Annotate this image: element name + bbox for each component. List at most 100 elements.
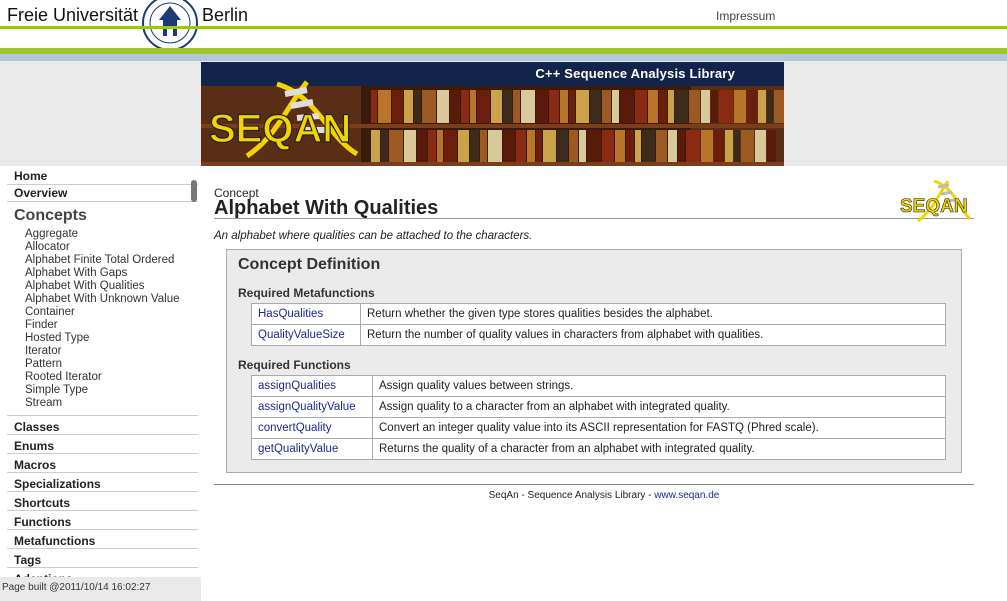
table-row: convertQuality Convert an integer quality… [251,417,946,439]
book-spine [536,130,542,163]
book-spine [635,130,641,163]
nav-section-shortcuts[interactable]: Shortcuts [7,491,198,510]
book-spine [389,130,403,163]
book-spine [371,130,380,163]
book-spine [767,90,773,123]
nav-section-metafunctions[interactable]: Metafunctions [7,529,198,548]
definition-heading: Concept Definition [238,256,381,273]
book-spine [587,130,601,163]
nav-concepts-heading[interactable]: Concepts [14,207,87,225]
book-spine [516,130,526,163]
footer-link[interactable]: www.seqan.de [654,490,719,501]
main-content: Concept Alphabet With Qualities SEQAN An… [201,166,1007,601]
concept-definition-box: Concept Definition Required Metafunction… [226,249,962,473]
book-spine [404,130,416,163]
book-spine [675,90,688,123]
book-spine [437,130,443,163]
concept-description: An alphabet where qualities can be attac… [214,230,533,242]
nav-section-enums[interactable]: Enums [7,434,198,453]
impressum-link[interactable]: Impressum [716,9,775,23]
book-spine [521,90,535,123]
book-spine [470,130,479,163]
nav-concept-item[interactable]: Container [25,306,75,318]
book-spine [602,90,611,123]
book-spine [371,90,377,123]
book-spine [461,90,469,123]
navigation-sidebar: Home Overview Concepts Aggregate Allocato… [0,166,201,577]
book-spine [569,90,575,123]
nav-section-specializations[interactable]: Specializations [7,472,198,491]
book-spine [503,90,512,123]
nav-concept-item[interactable]: Alphabet Finite Total Ordered [25,254,174,266]
definition-link[interactable]: QualityValueSize [251,324,361,346]
definition-description: Assign quality values between strings. [372,375,946,397]
book-spine [569,130,578,163]
footer-text: SeqAn - Sequence Analysis Library - [488,490,655,501]
definition-link[interactable]: getQualityValue [251,438,373,460]
book-spine [734,90,746,123]
nav-section-tags[interactable]: Tags [7,548,198,567]
svg-text:SEQAN: SEQAN [209,107,351,151]
book-spine [560,90,568,123]
university-name-right: Berlin [202,5,249,25]
book-spine [590,90,601,123]
university-name-left: Freie Universität [7,5,139,25]
nav-concept-item[interactable]: Stream [25,397,62,409]
nav-concept-item[interactable]: Finder [25,319,58,331]
book-spine [701,130,713,163]
book-spine [543,130,556,163]
definition-link[interactable]: HasQualities [251,303,361,325]
definition-description: Return whether the given type stores qua… [360,303,946,325]
definition-description: Returns the quality of a character from … [372,438,946,460]
nav-section-functions[interactable]: Functions [7,510,198,529]
nav-section-classes[interactable]: Classes [7,415,198,434]
metafunctions-table: HasQualities Return whether the given typ… [251,303,946,346]
nav-concept-item[interactable]: Alphabet With Gaps [25,267,127,279]
nav-section-adaptions[interactable]: Adaptions [7,567,198,577]
book-spine [701,90,710,123]
header-blue-bar [0,54,1007,61]
definition-description: Convert an integer quality value into it… [372,417,946,439]
nav-concept-item[interactable]: Aggregate [25,228,78,240]
book-spine [668,130,677,163]
book-spine [458,130,469,163]
footer-divider [214,484,974,485]
book-spine [437,90,449,123]
book-spine [480,130,487,163]
book-spine [635,90,647,123]
nav-concept-item[interactable]: Pattern [25,358,62,370]
nav-concept-item[interactable]: Alphabet With Qualities [25,280,145,292]
nav-overview[interactable]: Overview [7,186,201,200]
book-spine [648,90,658,123]
book-spine [503,130,515,163]
seqan-logo-icon: SEQAN [208,80,359,159]
sidebar-scrollbar[interactable] [191,180,197,202]
nav-concept-item[interactable]: Hosted Type [25,332,89,344]
nav-concept-item[interactable]: Iterator [25,345,61,357]
definition-description: Assign quality to a character from an al… [372,396,946,418]
book-spine [491,90,502,123]
book-spine [747,90,757,123]
book-spine [734,130,740,163]
nav-home[interactable]: Home [7,169,201,183]
nav-concept-item[interactable]: Alphabet With Unknown Value [25,293,180,305]
book-spine [477,90,490,123]
definition-link[interactable]: convertQuality [251,417,373,439]
book-spine [668,90,674,123]
nav-concept-item[interactable]: Rooted Iterator [25,371,102,383]
nav-divider [7,201,198,202]
functions-table: assignQualities Assign quality values bet… [251,375,946,460]
book-spine [378,90,391,123]
nav-section-macros[interactable]: Macros [7,453,198,472]
nav-concept-item[interactable]: Allocator [25,241,70,253]
table-row: assignQualities Assign quality values bet… [251,375,946,397]
nav-concept-item[interactable]: Simple Type [25,384,88,396]
table-row: getQualityValue Returns the quality of a … [251,438,946,460]
definition-link[interactable]: assignQualityValue [251,396,373,418]
book-spine [488,130,502,163]
seqan-banner: C++ Sequence Analysis Library SEQAN [201,62,784,166]
book-spine [404,90,413,123]
definition-link[interactable]: assignQualities [251,375,373,397]
book-spine [711,90,718,123]
book-spine [774,90,784,123]
